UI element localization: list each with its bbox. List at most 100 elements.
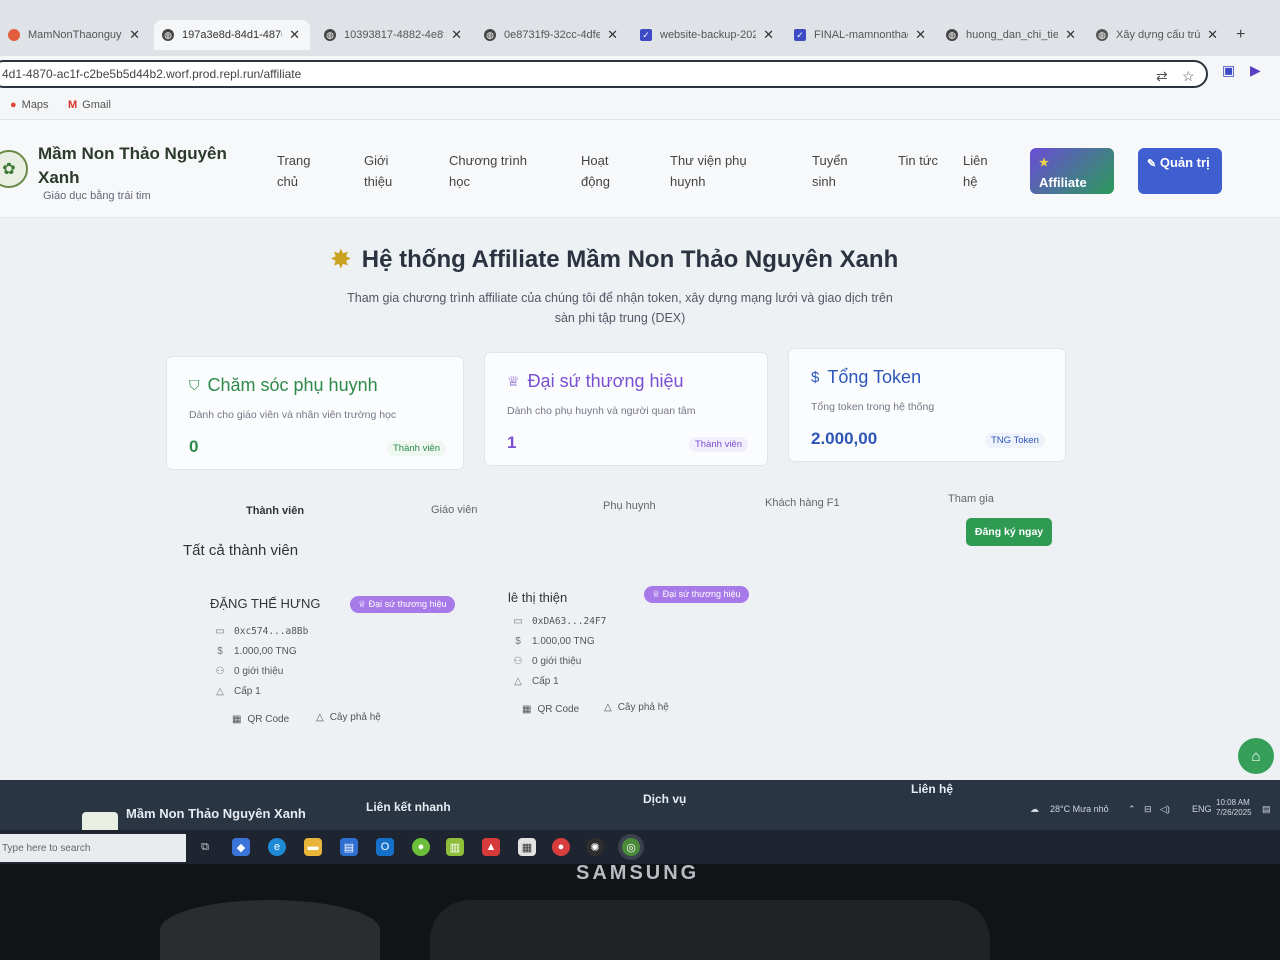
tray-chevron-icon[interactable]: ⌃ <box>1128 804 1136 815</box>
edge-icon[interactable]: e <box>268 838 286 856</box>
close-tab-icon[interactable]: ✕ <box>289 27 300 43</box>
nav-parent-library[interactable]: Thư viện phụ huynh <box>670 150 770 192</box>
qr-code-button[interactable]: ▦ QR Code <box>232 714 289 725</box>
browser-tab[interactable]: MamNonThaonguyer ✕ <box>0 20 150 50</box>
close-tab-icon[interactable]: ✕ <box>763 27 774 43</box>
bookmark-maps[interactable]: ● Maps <box>10 99 49 111</box>
copilot-icon[interactable]: ◆ <box>232 838 250 856</box>
chrome-icon[interactable]: ◎ <box>622 838 640 856</box>
tab-f1-customers[interactable]: Khách hàng F1 <box>765 497 840 509</box>
chat-bot-button[interactable]: ⌂ <box>1238 738 1274 774</box>
translate-icon[interactable]: ⇄ <box>1156 68 1168 85</box>
card-badge: Thành viên <box>387 441 447 456</box>
member-token-row: $ 1.000,00 TNG <box>214 646 296 657</box>
dollar-icon: $ <box>217 646 223 657</box>
section-title: Tất cả thành viên <box>183 542 299 559</box>
clock-date[interactable]: 7/26/2025 <box>1216 808 1252 817</box>
close-tab-icon[interactable]: ✕ <box>915 27 926 43</box>
app-green-icon[interactable]: ● <box>412 838 430 856</box>
task-view-icon[interactable]: ⧉ <box>196 838 214 856</box>
extension-icon[interactable]: ▣ <box>1222 62 1235 79</box>
outlook-icon[interactable]: O <box>376 838 394 856</box>
checkbox-favicon-icon: ✓ <box>640 29 652 41</box>
nav-contact[interactable]: Liên hệ <box>963 150 1003 192</box>
close-tab-icon[interactable]: ✕ <box>607 27 618 43</box>
qr-code-button[interactable]: ▦ QR Code <box>522 704 579 715</box>
tab-members[interactable]: Thành viên <box>246 505 304 517</box>
map-pin-icon: ● <box>10 99 17 111</box>
gmail-icon: M <box>68 99 78 111</box>
globe-icon: ◍ <box>324 29 336 41</box>
users-icon: ⚇ <box>215 666 225 677</box>
taskbar-search[interactable]: Type here to search <box>0 834 186 862</box>
family-tree-button[interactable]: △ Cây phả hệ <box>604 702 669 713</box>
stat-card-parent-care: ⛉ Chăm sóc phụ huynh Dành cho giáo viên … <box>166 356 464 470</box>
member-level-row: △ Cấp 1 <box>512 676 559 687</box>
affiliate-button-label: Affiliate <box>1039 175 1087 190</box>
close-tab-icon[interactable]: ✕ <box>1207 27 1218 43</box>
close-tab-icon[interactable]: ✕ <box>451 27 462 43</box>
school-logo[interactable]: ✿ <box>0 150 28 188</box>
globe-icon: ◍ <box>162 29 174 41</box>
nav-about[interactable]: Giới thiệu <box>364 150 414 192</box>
member-card[interactable]: lê thị thiện ♕ Đại sứ thương hiệu ▭ 0xDA… <box>508 586 798 740</box>
store-icon[interactable]: ▤ <box>340 838 358 856</box>
nav-curriculum[interactable]: Chương trình học <box>449 150 539 192</box>
card-description: Tổng token trong hệ thống <box>811 401 935 413</box>
weather-text[interactable]: 28°C Mưa nhỏ <box>1050 804 1109 814</box>
wallet-icon: ▭ <box>215 626 225 637</box>
page-title-row: ✸ Hệ thống Affiliate Mầm Non Thảo Nguyên… <box>330 244 898 275</box>
nav-home[interactable]: Trang chủ <box>277 150 327 192</box>
tree-icon: △ <box>316 712 324 723</box>
pencil-icon: ✎ <box>1147 158 1157 170</box>
affiliate-button[interactable]: ★ Affiliate <box>1030 148 1114 194</box>
card-description: Dành cho phụ huynh và người quan tâm <box>507 405 696 417</box>
app-tiles-icon[interactable]: ▦ <box>518 838 536 856</box>
app-record-icon[interactable]: ● <box>552 838 570 856</box>
browser-tab-active[interactable]: ◍ 197a3e8d-84d1-4870 ✕ <box>154 20 310 50</box>
browser-tab[interactable]: ✓ FINAL-mamnonthaon ✕ <box>786 20 936 50</box>
tab-parents[interactable]: Phụ huynh <box>603 500 656 512</box>
browser-tab[interactable]: ◍ 0e8731f9-32cc-4dfe- ✕ <box>476 20 628 50</box>
member-role-badge: ♕ Đại sứ thương hiệu <box>644 586 749 603</box>
notification-icon[interactable]: ▤ <box>1262 804 1271 815</box>
language-indicator[interactable]: ENG <box>1192 804 1212 814</box>
card-description: Dành cho giáo viên và nhân viên trường h… <box>189 409 397 421</box>
tab-teachers[interactable]: Giáo viên <box>431 504 477 516</box>
weather-icon: ☁ <box>1030 804 1039 814</box>
chatgpt-icon[interactable]: ✺ <box>586 838 604 856</box>
new-tab-button[interactable]: + <box>1236 26 1245 44</box>
app-red-icon[interactable]: ▲ <box>482 838 500 856</box>
url-text[interactable]: 4d1-4870-ac1f-c2be5b5d44b2.worf.prod.rep… <box>2 67 301 81</box>
close-tab-icon[interactable]: ✕ <box>129 27 140 43</box>
nav-news[interactable]: Tin tức <box>898 150 938 171</box>
member-wallet: 0xDA63...24F7 <box>532 616 607 627</box>
globe-icon: ◍ <box>1096 29 1108 41</box>
card-title-row: ♕ Đại sứ thương hiệu <box>507 371 684 392</box>
url-field[interactable]: 4d1-4870-ac1f-c2be5b5d44b2.worf.prod.rep… <box>0 60 1208 88</box>
volume-icon[interactable]: ◁) <box>1160 804 1170 815</box>
file-explorer-icon[interactable]: ▬ <box>304 838 322 856</box>
close-tab-icon[interactable]: ✕ <box>1065 27 1076 43</box>
tab-join[interactable]: Tham gia <box>948 493 994 505</box>
admin-button[interactable]: ✎ Quản trị <box>1138 148 1222 194</box>
bookmark-star-icon[interactable]: ☆ <box>1182 68 1195 85</box>
browser-tab[interactable]: ◍ Xây dựng cấu trúc ai ✕ <box>1088 20 1228 50</box>
browser-tab[interactable]: ✓ website-backup-2025 ✕ <box>632 20 784 50</box>
clock-time[interactable]: 10:08 AM <box>1216 798 1250 807</box>
bookmark-gmail[interactable]: M Gmail <box>68 99 111 111</box>
notepad-icon[interactable]: ▥ <box>446 838 464 856</box>
member-card[interactable]: ĐẶNG THẾ HƯNG ♕ Đại sứ thương hiệu ▭ 0xc… <box>210 596 500 746</box>
nav-activities[interactable]: Hoạt động <box>581 150 631 192</box>
brand-name[interactable]: Mầm Non Thảo Nguyên Xanh <box>38 142 248 190</box>
network-icon[interactable]: ⊟ <box>1144 804 1152 815</box>
web-page: ✿ Mầm Non Thảo Nguyên Xanh Giáo dục bằng… <box>0 120 1280 780</box>
media-extension-icon[interactable]: ▶ <box>1250 62 1261 79</box>
nav-admissions[interactable]: Tuyển sinh <box>812 150 862 192</box>
family-tree-button[interactable]: △ Cây phả hệ <box>316 712 381 723</box>
register-now-button[interactable]: Đăng ký ngay <box>966 518 1052 546</box>
site-header: ✿ Mầm Non Thảo Nguyên Xanh Giáo dục bằng… <box>0 120 1280 218</box>
member-role-label: Đại sứ thương hiệu <box>368 599 447 609</box>
browser-tab[interactable]: ◍ 10393817-4882-4e8f ✕ <box>316 20 472 50</box>
browser-tab[interactable]: ◍ huong_dan_chi_tiet_h ✕ <box>938 20 1086 50</box>
